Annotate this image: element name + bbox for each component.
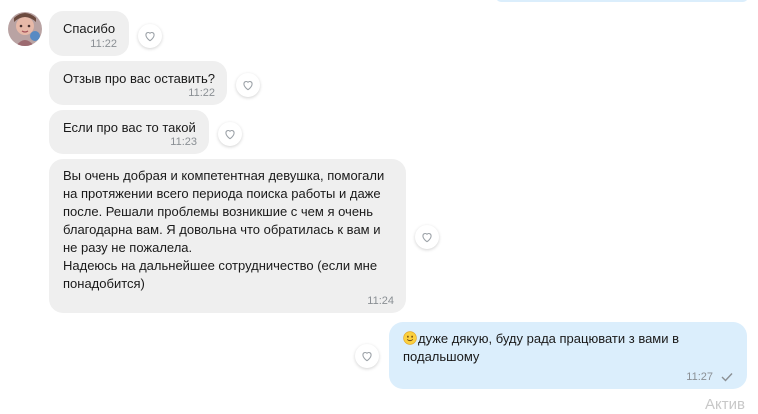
message-incoming[interactable]: Отзыв про вас оставить? 11:22 (49, 61, 227, 105)
message-incoming[interactable]: Если про вас то такой 11:23 (49, 110, 209, 154)
like-button[interactable] (415, 225, 439, 249)
message-incoming[interactable]: Вы очень добрая и компетентная девушка, … (49, 159, 406, 313)
avatar[interactable] (8, 12, 42, 46)
slightly-smiling-face-icon (403, 331, 417, 345)
like-button[interactable] (138, 24, 162, 48)
message-time: 11:22 (188, 87, 215, 99)
heart-outline-icon (362, 352, 372, 362)
message-text: Спасибо (63, 21, 116, 36)
message-text: Вы очень добрая и компетентная девушка, … (63, 168, 385, 291)
message-text: дуже дякую, буду рада працювати з вами в… (403, 331, 680, 364)
message-time: 11:27 (686, 371, 713, 383)
check-icon (721, 373, 733, 382)
message-text: Если про вас то такой (63, 120, 196, 135)
message-time: 11:22 (90, 38, 117, 50)
message-text-with-emoji: дуже дякую, буду рада працювати з вами в… (403, 330, 679, 366)
like-button[interactable] (355, 344, 379, 368)
message-outgoing[interactable]: дуже дякую, буду рада працювати з вами в… (389, 322, 747, 389)
like-button[interactable] (236, 73, 260, 97)
message-time: 11:24 (367, 295, 394, 307)
heart-outline-icon (243, 81, 253, 91)
previous-outgoing-message (496, 0, 748, 2)
like-button[interactable] (218, 122, 242, 146)
heart-outline-icon (422, 233, 432, 243)
activation-watermark: Актив (705, 396, 745, 413)
chat-history: Спасибо 11:22 Отзыв про вас оставить? 11… (0, 0, 758, 414)
heart-outline-icon (225, 130, 235, 140)
message-text: Отзыв про вас оставить? (63, 71, 215, 86)
message-time: 11:23 (170, 136, 197, 148)
message-incoming[interactable]: Спасибо 11:22 (49, 11, 129, 56)
avatar-image (8, 12, 42, 46)
heart-outline-icon (145, 32, 155, 42)
